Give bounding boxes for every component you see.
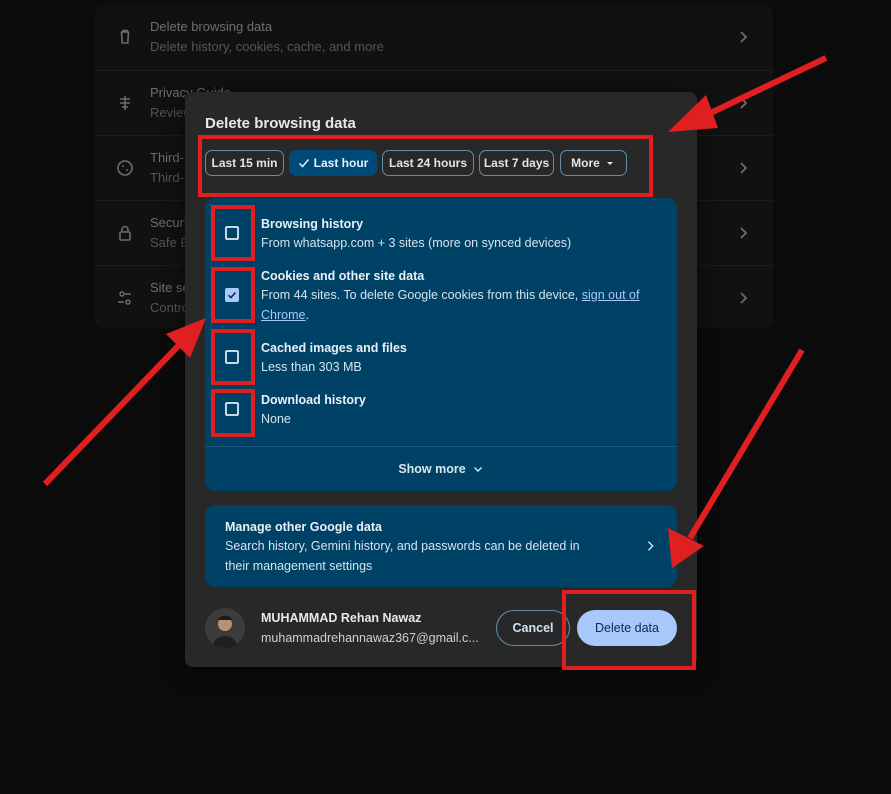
cancel-button[interactable]: Cancel bbox=[496, 610, 570, 646]
lock-icon bbox=[119, 225, 131, 241]
settings-row-title: Delete browsing data bbox=[150, 19, 273, 34]
show-more-button[interactable]: Show more bbox=[205, 447, 677, 491]
data-types-panel: Browsing history From whatsapp.com + 3 s… bbox=[205, 198, 677, 447]
account-email: muhammadrehannawaz367@gmail.c... bbox=[261, 631, 479, 645]
trash-icon bbox=[120, 29, 130, 44]
tune-icon bbox=[118, 291, 131, 305]
settings-row-title: Site se bbox=[150, 280, 190, 295]
option-title: Browsing history bbox=[261, 217, 364, 231]
option-subtitle-suffix: . bbox=[305, 308, 309, 322]
arrow-to-checkboxes bbox=[42, 318, 206, 487]
option-subtitle-prefix: From 44 sites. To delete Google cookies … bbox=[261, 288, 579, 302]
manage-google-title: Manage other Google data bbox=[225, 520, 382, 534]
annotation-box-checkbox-2 bbox=[211, 267, 255, 323]
privacy-guide-icon bbox=[120, 96, 130, 110]
settings-row-title: Third- bbox=[150, 150, 184, 165]
user-photo-icon bbox=[205, 608, 245, 648]
annotation-box-checkbox-1 bbox=[211, 205, 255, 261]
chevron-right-icon bbox=[740, 97, 748, 109]
annotation-box-time-range bbox=[198, 135, 653, 197]
manage-google-line1: Search history, Gemini history, and pass… bbox=[225, 539, 580, 553]
option-title: Cached images and files bbox=[261, 341, 407, 355]
option-subtitle: None bbox=[261, 412, 291, 426]
annotation-box-checkbox-3 bbox=[211, 329, 255, 385]
chevron-right-icon bbox=[740, 227, 748, 239]
chevron-down-icon bbox=[473, 467, 482, 472]
chevron-right-icon bbox=[740, 162, 748, 174]
settings-row-subtitle: Delete history, cookies, cache, and more bbox=[150, 39, 384, 54]
option-subtitle: Less than 303 MB bbox=[261, 360, 362, 374]
annotation-box-checkbox-4 bbox=[211, 389, 255, 437]
chevron-right-icon bbox=[740, 31, 748, 43]
settings-row-title: Securi bbox=[150, 215, 187, 230]
option-title: Cookies and other site data bbox=[261, 269, 425, 283]
settings-row-subtitle: Third- bbox=[150, 170, 184, 185]
chevron-right-icon bbox=[740, 292, 748, 304]
option-title: Download history bbox=[261, 393, 366, 407]
sign-out-link[interactable]: sign out of bbox=[582, 288, 640, 302]
avatar bbox=[205, 608, 245, 648]
option-subtitle: From whatsapp.com + 3 sites (more on syn… bbox=[261, 236, 572, 250]
manage-google-line2: their management settings bbox=[225, 559, 373, 573]
show-more-label: Show more bbox=[398, 462, 466, 476]
manage-google-data-row[interactable]: Manage other Google data Search history,… bbox=[205, 505, 677, 587]
settings-row-delete-browsing-data[interactable]: Delete browsing data Delete history, coo… bbox=[95, 5, 773, 70]
cookie-icon bbox=[117, 160, 133, 176]
sign-out-link-cont[interactable]: Chrome bbox=[261, 308, 305, 322]
account-name: MUHAMMAD Rehan Nawaz bbox=[261, 611, 422, 625]
settings-row-subtitle: Contro bbox=[150, 300, 190, 315]
settings-row-subtitle: Safe B bbox=[150, 235, 190, 250]
dialog-title: Delete browsing data bbox=[205, 115, 356, 132]
option-subtitle-line1: From 44 sites. To delete Google cookies … bbox=[261, 285, 639, 305]
chevron-right-icon bbox=[647, 541, 654, 551]
option-subtitle-line2: Chrome. bbox=[261, 305, 309, 325]
annotation-box-delete-button bbox=[562, 590, 696, 670]
